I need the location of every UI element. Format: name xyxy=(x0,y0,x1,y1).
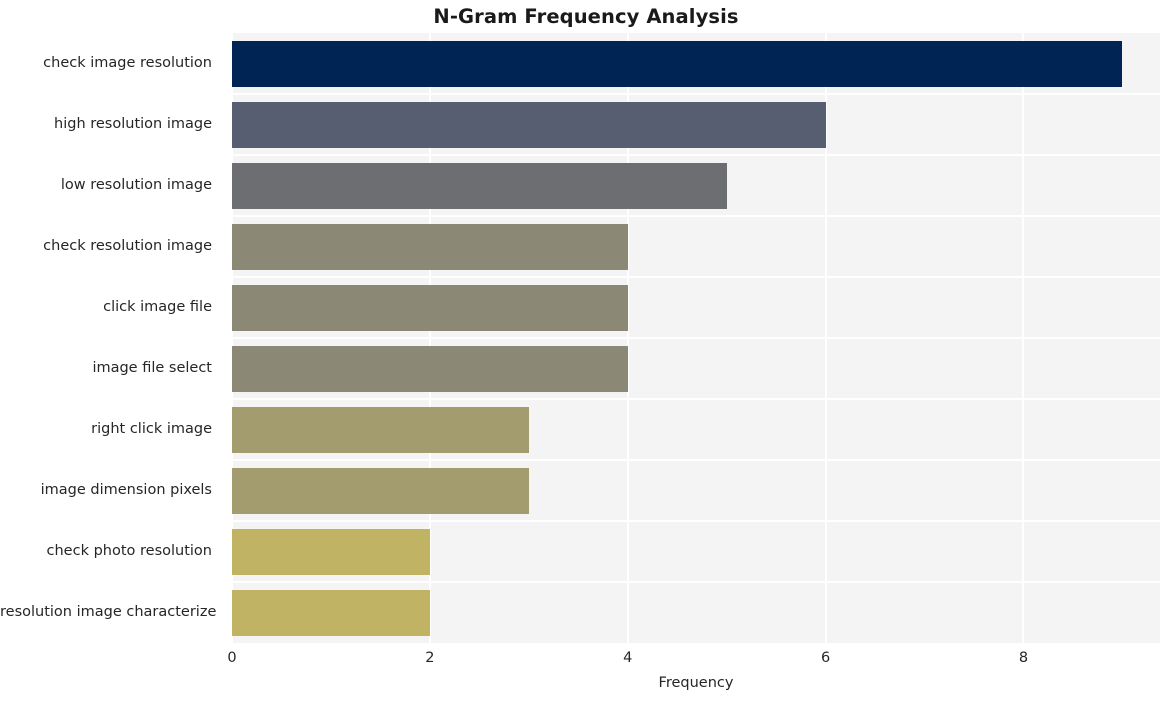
bar[interactable] xyxy=(232,223,628,270)
y-tick-label: right click image xyxy=(91,420,212,437)
y-tick-label: check image resolution xyxy=(43,54,212,71)
y-tick-label: click image file xyxy=(103,298,212,315)
plot-area xyxy=(232,33,1160,643)
x-axis-label: Frequency xyxy=(658,675,734,691)
gridline-horizontal xyxy=(232,581,1160,583)
x-axis-tick-labels: 0 2 4 6 8 xyxy=(0,650,1172,674)
gridline-horizontal xyxy=(232,520,1160,522)
bar[interactable] xyxy=(232,284,628,331)
bar[interactable] xyxy=(232,101,826,148)
x-tick-label: 6 xyxy=(820,650,831,666)
y-tick-label: high resolution image xyxy=(54,115,212,132)
y-tick-label: image dimension pixels xyxy=(40,481,212,498)
bar[interactable] xyxy=(232,162,727,209)
gridline-horizontal xyxy=(232,93,1160,95)
y-tick-label: resolution image characterize xyxy=(0,603,217,620)
bar[interactable] xyxy=(232,589,430,636)
bar[interactable] xyxy=(232,40,1123,87)
x-tick-label: 2 xyxy=(425,650,435,666)
y-tick-label: check resolution image xyxy=(43,237,212,254)
gridline-horizontal xyxy=(232,276,1160,278)
y-axis-tick-labels: check image resolution high resolution im… xyxy=(0,0,222,701)
bar[interactable] xyxy=(232,345,628,392)
gridline-horizontal xyxy=(232,459,1160,461)
gridline-horizontal xyxy=(232,337,1160,339)
gridline-horizontal xyxy=(232,398,1160,400)
bar[interactable] xyxy=(232,467,529,514)
x-tick-label: 8 xyxy=(1018,650,1029,666)
y-tick-label: image file select xyxy=(92,359,212,376)
gridline-horizontal xyxy=(232,215,1160,217)
chart-figure: N-Gram Frequency Analysis check image re… xyxy=(0,0,1172,701)
x-tick-label: 0 xyxy=(227,650,237,666)
y-tick-label: check photo resolution xyxy=(46,542,212,559)
x-tick-label: 4 xyxy=(623,650,633,666)
y-tick-label: low resolution image xyxy=(60,176,212,193)
bar[interactable] xyxy=(232,528,430,575)
bar[interactable] xyxy=(232,406,529,453)
gridline-horizontal xyxy=(232,154,1160,156)
